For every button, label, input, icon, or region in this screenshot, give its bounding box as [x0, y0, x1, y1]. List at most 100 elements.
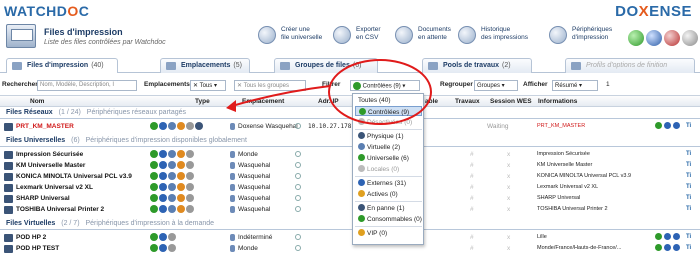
network-icon: [159, 122, 167, 130]
play-icon[interactable]: [655, 122, 662, 129]
regroup-select[interactable]: Groupes ▾: [474, 80, 518, 91]
controlled-icon: [150, 194, 158, 202]
info-icon: [186, 161, 194, 169]
table-row[interactable]: TOSHIBA Universal Printer 2 Wasquehal # x…: [0, 205, 700, 215]
pause-icon[interactable]: [664, 122, 671, 129]
separator: [355, 226, 422, 227]
print-queues-icon: [6, 24, 36, 48]
filter-option-active[interactable]: Actives (0): [355, 189, 422, 199]
edit-icon[interactable]: Ti: [686, 173, 691, 179]
play-icon[interactable]: [655, 244, 662, 251]
type-icons: [150, 172, 194, 180]
stop-icon[interactable]: [673, 233, 680, 240]
tab-print-queues[interactable]: Files d'impression (40): [6, 58, 118, 73]
display-select[interactable]: Résumé ▾: [552, 80, 598, 91]
play-icon[interactable]: [655, 233, 662, 240]
pool-icon: [428, 62, 438, 70]
search-icon[interactable]: [295, 184, 301, 190]
exit-icon[interactable]: [664, 30, 680, 46]
refresh-icon[interactable]: [628, 30, 644, 46]
table-row[interactable]: SHARP Universal Wasquehal # x SHARP Unive…: [0, 194, 700, 204]
group-filter-input[interactable]: ✕ Tous les groupes: [234, 80, 306, 91]
locations-filter-select[interactable]: ✕ Tous ▾: [190, 80, 226, 91]
edit-icon[interactable]: Ti: [686, 206, 691, 212]
printing-devices-button[interactable]: Périphériques d'impression: [549, 26, 612, 52]
stop-icon[interactable]: [673, 122, 680, 129]
search-icon[interactable]: [295, 245, 301, 251]
tab-job-pools[interactable]: Pools de travaux (2): [422, 58, 532, 73]
col-name[interactable]: Nom: [30, 98, 44, 105]
edit-icon[interactable]: Ti: [686, 151, 691, 157]
queue-icon: [12, 62, 22, 70]
col-location[interactable]: Emplacement: [242, 98, 284, 105]
location-pin-icon: [230, 195, 235, 202]
group-universal-queues[interactable]: Files Universelles (6) Périphériques d'i…: [0, 136, 700, 147]
filter-option-broken[interactable]: En panne (1): [355, 203, 422, 213]
export-icon: [333, 26, 351, 44]
location-icon: [166, 62, 176, 70]
search-icon[interactable]: [295, 151, 301, 157]
driver-icon: [168, 122, 176, 130]
table-row[interactable]: Impression Sécurisée Monde # x Impression…: [0, 150, 700, 160]
create-queue-icon: [258, 26, 276, 44]
type-icons: [150, 161, 194, 169]
controlled-icon: [150, 233, 158, 241]
search-icon[interactable]: [295, 123, 301, 129]
tab-locations[interactable]: Emplacements (5): [160, 58, 250, 73]
tab-finishing-profiles[interactable]: Profils d'options de finition: [565, 58, 695, 73]
edit-icon[interactable]: Ti: [686, 123, 691, 129]
filter-option-vip[interactable]: VIP (0): [355, 228, 422, 238]
edit-icon[interactable]: Ti: [686, 234, 691, 240]
edit-icon[interactable]: Ti: [686, 195, 691, 201]
settings-icon[interactable]: [682, 30, 698, 46]
network-icon: [159, 183, 167, 191]
edit-icon[interactable]: Ti: [686, 184, 691, 190]
location-pin-icon: [230, 173, 235, 180]
table-row[interactable]: PRT_KM_MASTER Doxense Wasquehal 10.10.27…: [0, 122, 700, 132]
search-icon[interactable]: [295, 162, 301, 168]
color-icon: [177, 161, 185, 169]
edit-icon[interactable]: Ti: [686, 245, 691, 251]
create-universal-queue-button[interactable]: Créer une file universelle: [258, 26, 322, 52]
stop-icon[interactable]: [673, 244, 680, 251]
filter-option-physical[interactable]: Physique (1): [355, 131, 422, 141]
search-icon[interactable]: [295, 195, 301, 201]
printer-icon: [4, 151, 13, 159]
export-csv-button[interactable]: Exporter en CSV: [333, 26, 381, 52]
search-icon[interactable]: [295, 206, 301, 212]
filter-option-universal[interactable]: Universelle (6): [355, 153, 422, 163]
filter-option-external[interactable]: Externes (31): [355, 178, 422, 188]
location-cell: Wasquehal: [230, 184, 270, 191]
filter-option-local[interactable]: Locales (0): [355, 164, 422, 174]
table-row[interactable]: KONICA MINOLTA Universal PCL v3.9 Wasque…: [0, 172, 700, 182]
pause-icon[interactable]: [664, 233, 671, 240]
search-icon[interactable]: [295, 173, 301, 179]
filter-option-consumables[interactable]: Consommables (0): [355, 214, 422, 224]
network-icon: [159, 172, 167, 180]
controlled-icon: [150, 244, 158, 252]
printer-icon: [4, 173, 13, 181]
type-icons: [150, 194, 194, 202]
driver-icon: [168, 161, 176, 169]
search-input[interactable]: Nom, Modèle, Description, I: [37, 80, 137, 91]
print-history-button[interactable]: Historique des impressions: [458, 26, 528, 52]
table-row[interactable]: POD HP 2 Indéterminé # x Lille Ti: [0, 233, 700, 243]
table-row[interactable]: POD HP TEST Monde # x Monde/France/Hauts-…: [0, 244, 700, 254]
search-icon[interactable]: [295, 234, 301, 240]
help-icon[interactable]: [646, 30, 662, 46]
printer-icon: [4, 245, 13, 253]
edit-icon[interactable]: Ti: [686, 162, 691, 168]
col-jobs[interactable]: Travaux: [455, 98, 480, 105]
color-icon: [177, 172, 185, 180]
table-row[interactable]: KM Universelle Master Wasquehal # x KM Un…: [0, 161, 700, 171]
pending-documents-button[interactable]: Documents en attente: [395, 26, 451, 52]
vip-icon: [358, 229, 365, 236]
col-wes-session[interactable]: Session WES: [490, 98, 532, 105]
group-virtual-queues[interactable]: Files Virtuelles (2 / 7) Périphériques d…: [0, 219, 700, 230]
external-icon: [358, 179, 365, 186]
filter-option-virtual[interactable]: Virtuelle (2): [355, 142, 422, 152]
table-row[interactable]: Lexmark Universal v2 XL Wasquehal # x Lex…: [0, 183, 700, 193]
col-info[interactable]: Informations: [538, 98, 577, 105]
pause-icon[interactable]: [664, 244, 671, 251]
col-type[interactable]: Type: [195, 98, 210, 105]
